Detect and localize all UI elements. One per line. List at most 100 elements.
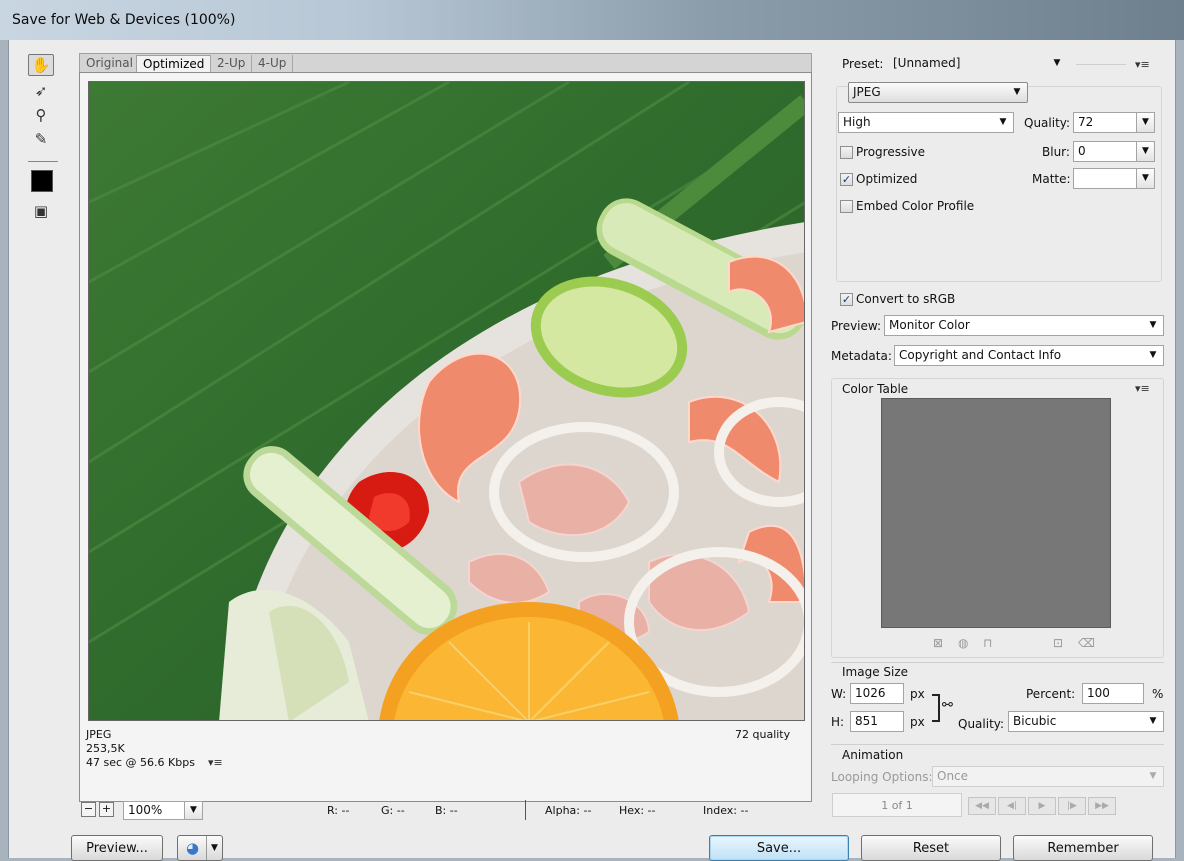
- optimized-image-preview[interactable]: [88, 81, 805, 721]
- preview-label: Preview:: [831, 319, 882, 333]
- preview-color-select[interactable]: Monitor Color ▼: [884, 315, 1164, 336]
- progressive-checkbox[interactable]: [840, 146, 853, 159]
- red-readout: R: --: [327, 804, 350, 817]
- zoom-out-button[interactable]: −: [81, 802, 96, 817]
- blur-label: Blur:: [1042, 145, 1070, 159]
- height-label: H:: [831, 715, 845, 729]
- chevron-down-icon: ▼: [1149, 350, 1157, 360]
- tab-optimized[interactable]: Optimized: [136, 55, 212, 73]
- preset-separator: [1076, 64, 1126, 65]
- chevron-down-icon: ▼: [1053, 58, 1061, 68]
- eyedropper-color-swatch[interactable]: [31, 170, 53, 192]
- color-table-heading: Color Table: [842, 382, 909, 396]
- optimized-checkbox[interactable]: ✓: [840, 173, 853, 186]
- download-rate-menu-icon[interactable]: ▾≡: [208, 756, 223, 769]
- previous-frame-icon[interactable]: ◀|: [998, 797, 1026, 815]
- optimize-menu-icon[interactable]: ▾≡: [1135, 58, 1150, 71]
- lock-icon[interactable]: ⊓: [983, 636, 992, 650]
- tab-original[interactable]: Original: [80, 55, 140, 73]
- chevron-down-icon: ▼: [1136, 169, 1154, 188]
- chevron-down-icon: ▼: [1149, 320, 1157, 330]
- color-table-swatches[interactable]: [881, 398, 1111, 628]
- web-snap-icon[interactable]: ◍: [958, 636, 968, 650]
- width-value: 1026: [855, 686, 886, 700]
- eyedropper-tool-icon[interactable]: ✎: [28, 128, 54, 150]
- frame-counter-value: 1 of 1: [881, 798, 913, 812]
- matte-label: Matte:: [1032, 172, 1071, 186]
- quality-value: 72: [1078, 115, 1094, 129]
- file-size-info: 253,5K: [86, 742, 125, 755]
- tab-2-up[interactable]: 2-Up: [211, 55, 253, 73]
- tab-4-up[interactable]: 4-Up: [252, 55, 294, 73]
- convert-srgb-checkbox[interactable]: ✓: [840, 293, 853, 306]
- metadata-label: Metadata:: [831, 349, 892, 363]
- resample-quality-label: Quality:: [958, 717, 1005, 731]
- blur-value: 0: [1078, 144, 1086, 158]
- looping-options-select[interactable]: Once ▼: [932, 766, 1164, 787]
- color-table-menu-icon[interactable]: ▾≡: [1135, 382, 1150, 395]
- blur-input[interactable]: 0 ▼: [1073, 141, 1155, 162]
- link-icon[interactable]: ⚯: [942, 698, 953, 713]
- web-shift-icon[interactable]: ⊠: [933, 636, 943, 650]
- matte-select[interactable]: ▼: [1073, 168, 1155, 189]
- constrain-bracket: [932, 694, 940, 722]
- progressive-label: Progressive: [856, 145, 926, 159]
- quality-note: 72 quality: [735, 728, 791, 741]
- convert-srgb-label: Convert to sRGB: [856, 292, 956, 306]
- zoom-tool-icon[interactable]: ⚲: [28, 104, 54, 126]
- chevron-down-icon: ▼: [1149, 716, 1157, 726]
- zoom-in-button[interactable]: +: [99, 802, 114, 817]
- first-frame-icon[interactable]: ◀◀: [968, 797, 996, 815]
- preview-button[interactable]: Preview...: [71, 835, 163, 861]
- quality-input[interactable]: 72 ▼: [1073, 112, 1155, 133]
- tool-strip: ✋ ➶ ⚲ ✎ ▣: [28, 54, 58, 254]
- slice-select-tool-icon[interactable]: ➶: [28, 80, 54, 102]
- trash-icon[interactable]: ⌫: [1078, 636, 1095, 650]
- metadata-select[interactable]: Copyright and Contact Info ▼: [894, 345, 1164, 366]
- file-format-value: JPEG: [853, 85, 881, 99]
- dialog-window: ✋ ➶ ⚲ ✎ ▣ Original Optimized 2-Up 4-Up J…: [8, 40, 1176, 861]
- blue-readout: B: --: [435, 804, 458, 817]
- tool-divider: [28, 161, 58, 162]
- percent-label: Percent:: [1026, 687, 1076, 701]
- preset-value: [Unnamed]: [893, 56, 961, 70]
- percent-input[interactable]: 100: [1082, 683, 1144, 704]
- alpha-readout: Alpha: --: [545, 804, 592, 817]
- preview-color-value: Monitor Color: [889, 318, 970, 332]
- preset-label: Preset:: [842, 57, 884, 71]
- food-photo: [89, 82, 804, 720]
- hex-readout: Hex: --: [619, 804, 656, 817]
- hand-tool-icon[interactable]: ✋: [28, 54, 54, 76]
- chevron-down-icon: ▼: [999, 117, 1007, 127]
- view-tabs: Original Optimized 2-Up 4-Up: [79, 53, 812, 73]
- image-size-heading: Image Size: [842, 665, 909, 679]
- frame-counter: 1 of 1: [832, 793, 962, 817]
- chevron-down-icon: ▼: [1136, 142, 1154, 161]
- toggle-slices-icon[interactable]: ▣: [28, 200, 54, 222]
- zoom-level-select[interactable]: 100% ▼: [123, 801, 203, 820]
- last-frame-icon[interactable]: ▶▶: [1088, 797, 1116, 815]
- quality-label: Quality:: [1024, 116, 1071, 130]
- next-frame-icon[interactable]: |▶: [1058, 797, 1086, 815]
- zoom-level-value: 100%: [128, 803, 163, 817]
- embed-color-profile-checkbox[interactable]: [840, 200, 853, 213]
- percent-value: 100: [1087, 686, 1110, 700]
- play-icon[interactable]: ▶: [1028, 797, 1056, 815]
- resample-quality-select[interactable]: Bicubic ▼: [1008, 711, 1164, 732]
- browser-select-button[interactable]: ◕ ▼: [177, 835, 223, 861]
- image-viewer: JPEG 253,5K 47 sec @ 56.6 Kbps ▾≡ 72 qua…: [79, 72, 812, 802]
- height-input[interactable]: 851: [850, 711, 904, 732]
- new-color-icon[interactable]: ⊡: [1053, 636, 1063, 650]
- preset-select[interactable]: [Unnamed] ▼: [888, 53, 1068, 74]
- compression-quality-select[interactable]: High ▼: [838, 112, 1014, 133]
- format-info: JPEG: [86, 728, 112, 741]
- image-size-separator: [831, 662, 1164, 663]
- chevron-down-icon: ▼: [1136, 113, 1154, 132]
- file-format-select[interactable]: JPEG ▼: [848, 82, 1028, 103]
- looping-options-label: Looping Options:: [831, 770, 933, 784]
- window-title: Save for Web & Devices (100%): [12, 12, 236, 28]
- chevron-down-icon: ▼: [206, 836, 222, 860]
- width-label: W:: [831, 687, 847, 701]
- width-input[interactable]: 1026: [850, 683, 904, 704]
- looping-options-value: Once: [937, 769, 969, 783]
